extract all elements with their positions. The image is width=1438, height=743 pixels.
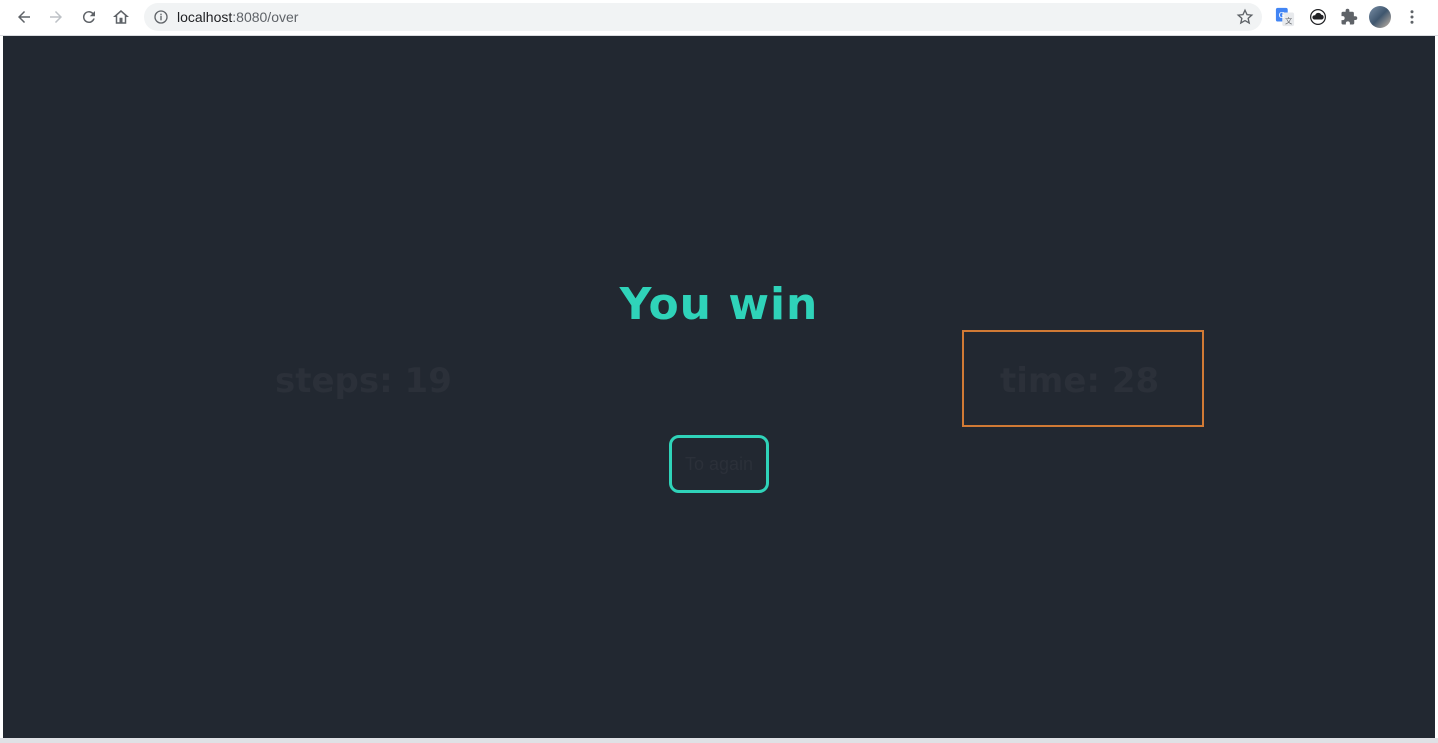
svg-text:G: G [1279,10,1285,20]
svg-text:文: 文 [1285,16,1293,25]
url-path: :8080/over [232,9,299,25]
home-button[interactable] [108,4,134,30]
kebab-menu-icon [1410,10,1414,24]
back-arrow-icon [18,11,30,23]
url-host: localhost [177,9,233,25]
game-over-page: You win steps: 19 time: 28 To again [3,36,1435,738]
steps-counter: steps: 19 [275,361,452,401]
reload-button[interactable] [76,4,102,30]
avatar [1369,6,1391,28]
forward-button[interactable] [43,4,69,30]
browser-menu-button[interactable] [1401,6,1423,28]
browser-toolbar: localhost:8080/over G文 [0,0,1438,36]
cloud-icon [1310,9,1326,25]
back-button[interactable] [11,4,37,30]
cloud-extension[interactable] [1307,6,1329,28]
profile-button[interactable] [1369,6,1391,28]
page-title: You win [619,279,819,330]
address-bar[interactable]: localhost:8080/over [144,3,1262,31]
url-text[interactable]: localhost:8080/over [177,9,298,25]
puzzle-icon [1341,8,1358,25]
forward-arrow-icon [50,11,62,23]
reload-icon [82,11,95,24]
star-icon[interactable] [1236,8,1254,26]
info-icon[interactable] [153,9,169,25]
play-again-button[interactable]: To again [669,435,769,493]
translate-extension[interactable]: G文 [1274,6,1296,28]
browser-window: localhost:8080/over G文 You win steps: 19… [0,0,1438,743]
window-bottom-edge [0,738,1438,743]
time-counter: time: 28 [1000,361,1160,401]
extensions-button[interactable] [1338,6,1360,28]
translate-icon: G文 [1275,7,1295,27]
home-icon [113,10,129,24]
